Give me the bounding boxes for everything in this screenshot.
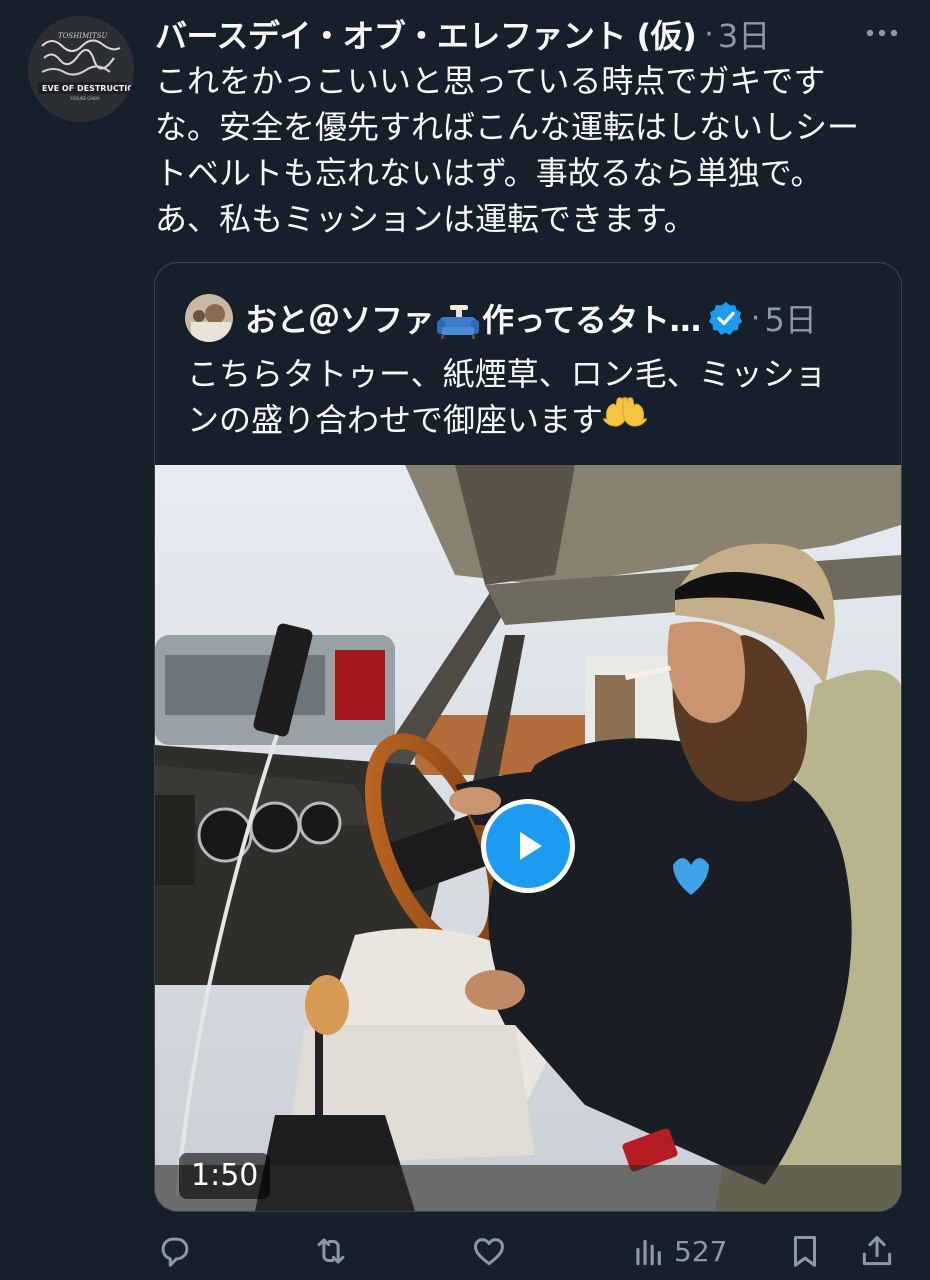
quoted-time[interactable]: 5日: [764, 295, 816, 341]
views-button[interactable]: 527: [630, 1226, 727, 1276]
quoted-text-block: こちらタトゥー、紙煙草、ロン毛、ミッショ ンの盛り合わせで御座います: [187, 351, 877, 443]
bookmark-icon: [793, 1236, 817, 1267]
reply-button[interactable]: [156, 1226, 194, 1276]
header-separator: ·: [704, 16, 714, 52]
sofa-emoji-icon: [436, 305, 480, 339]
play-icon: [520, 832, 542, 860]
play-button[interactable]: [481, 799, 575, 893]
like-button[interactable]: [470, 1226, 508, 1276]
quoted-author-name[interactable]: おと＠ソファ 作ってるタト…: [245, 295, 701, 341]
quoted-separator: ·: [750, 300, 761, 336]
action-bar: 527: [150, 1226, 910, 1280]
more-icon[interactable]: [862, 18, 902, 48]
verified-badge-icon: [708, 301, 743, 335]
quoted-avatar: [185, 294, 233, 342]
author-name[interactable]: バースデイ・オブ・エレファント (仮): [155, 11, 697, 57]
tweet-text: これをかっこいいと思っている時点でガキです な。安全を優先すればこんな運転はしな…: [155, 62, 860, 238]
avatar-caption: EVE OF DESTRUCTION: [42, 84, 134, 93]
avatar-signature: TOSHIMITSU: [58, 32, 108, 40]
bar-chart-icon: [636, 1239, 661, 1266]
avatar-subcaption: YUSUKE CHIBA: [69, 96, 100, 101]
retweet-icon: [317, 1238, 345, 1264]
quoted-tweet[interactable]: おと＠ソファ 作ってるタト… · 5日 こちらタトゥー、紙煙草、ロン毛、ミッショ…: [154, 262, 902, 1212]
bookmark-button[interactable]: [786, 1226, 824, 1276]
author-avatar[interactable]: EVE OF DESTRUCTION YUSUKE CHIBA TOSHIMIT…: [28, 16, 134, 122]
quoted-name-prefix: おと＠ソファ: [245, 301, 435, 339]
share-icon: [862, 1236, 892, 1266]
video-player[interactable]: 1:50: [155, 465, 901, 1211]
tweet-header: バースデイ・オブ・エレファント (仮) · 3日: [155, 12, 906, 56]
quoted-name-suffix: 作ってるタト…: [482, 301, 701, 339]
quoted-text: こちらタトゥー、紙煙草、ロン毛、ミッショ ンの盛り合わせで御座います: [187, 355, 827, 439]
video-duration: 1:50: [179, 1153, 271, 1199]
share-button[interactable]: [858, 1226, 896, 1276]
heart-icon: [474, 1238, 504, 1266]
tweet-time[interactable]: 3日: [718, 11, 770, 57]
reply-icon: [161, 1237, 189, 1267]
retweet-button[interactable]: [312, 1226, 350, 1276]
views-count: 527: [674, 1234, 728, 1268]
quoted-header: おと＠ソファ 作ってるタト… · 5日: [185, 291, 881, 345]
raised-hands-emoji-icon: [602, 397, 649, 437]
